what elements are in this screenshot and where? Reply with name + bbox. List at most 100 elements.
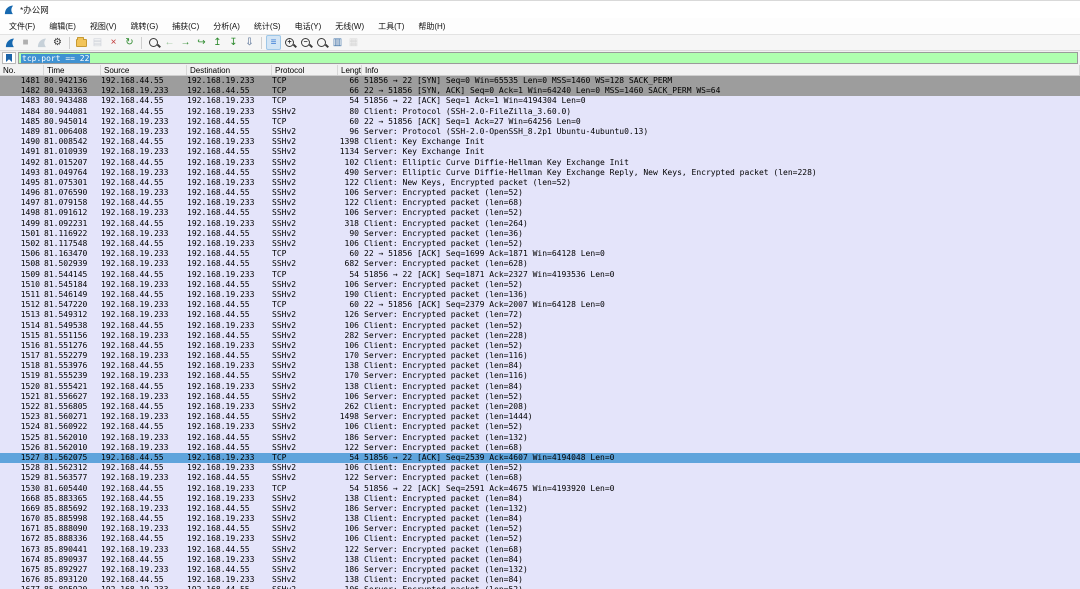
cell-info: Server: Encrypted packet (len=52) xyxy=(362,585,1080,589)
cell-time: 81.049764 xyxy=(44,168,101,178)
menu-item-5[interactable]: 分析(A) xyxy=(206,19,247,34)
column-source[interactable]: Source xyxy=(101,65,187,75)
column-info[interactable]: Info xyxy=(362,65,1080,75)
start-capture-icon[interactable] xyxy=(2,35,17,50)
packet-row[interactable]: 167085.885998192.168.44.55192.168.19.233… xyxy=(0,514,1080,524)
cell-destination: 192.168.19.233 xyxy=(187,361,272,371)
column-no[interactable]: No. xyxy=(0,65,44,75)
packet-row[interactable]: 152381.560271192.168.19.233192.168.44.55… xyxy=(0,412,1080,422)
packet-row[interactable]: 151781.552279192.168.19.233192.168.44.55… xyxy=(0,351,1080,361)
packet-row[interactable]: 152681.562010192.168.19.233192.168.44.55… xyxy=(0,443,1080,453)
packet-row[interactable]: 152481.560922192.168.44.55192.168.19.233… xyxy=(0,422,1080,432)
packet-row[interactable]: 151081.545184192.168.19.233192.168.44.55… xyxy=(0,280,1080,290)
packet-row[interactable]: 149581.075301192.168.44.55192.168.19.233… xyxy=(0,178,1080,188)
packet-row[interactable]: 149081.008542192.168.44.55192.168.19.233… xyxy=(0,137,1080,147)
packet-row[interactable]: 151381.549312192.168.19.233192.168.44.55… xyxy=(0,310,1080,320)
packet-row[interactable]: 149181.010939192.168.19.233192.168.44.55… xyxy=(0,147,1080,157)
go-forward-icon[interactable]: → xyxy=(178,35,193,50)
packet-row[interactable]: 149681.076590192.168.19.233192.168.44.55… xyxy=(0,188,1080,198)
packet-row[interactable]: 152081.555421192.168.44.55192.168.19.233… xyxy=(0,382,1080,392)
menu-item-4[interactable]: 捕获(C) xyxy=(165,19,206,34)
cell-source: 192.168.44.55 xyxy=(101,321,187,331)
resize-columns-icon[interactable]: ▥ xyxy=(330,35,345,50)
menu-item-0[interactable]: 文件(F) xyxy=(2,19,42,34)
packet-row[interactable]: 149981.092231192.168.44.55192.168.19.233… xyxy=(0,219,1080,229)
zoom-out-icon[interactable]: − xyxy=(298,35,313,50)
packet-row[interactable]: 148981.006408192.168.19.233192.168.44.55… xyxy=(0,127,1080,137)
reload-icon[interactable]: ↻ xyxy=(122,35,137,50)
menu-item-10[interactable]: 帮助(H) xyxy=(411,19,452,34)
cell-source: 192.168.44.55 xyxy=(101,575,187,585)
packet-row[interactable]: 166885.883365192.168.44.55192.168.19.233… xyxy=(0,494,1080,504)
packet-row[interactable]: 150981.544145192.168.44.55192.168.19.233… xyxy=(0,270,1080,280)
packet-row[interactable]: 167285.888336192.168.44.55192.168.19.233… xyxy=(0,534,1080,544)
packet-row[interactable]: 149381.049764192.168.19.233192.168.44.55… xyxy=(0,168,1080,178)
go-first-icon[interactable]: ↥ xyxy=(210,35,225,50)
packet-row[interactable]: 148580.945014192.168.19.233192.168.44.55… xyxy=(0,117,1080,127)
capture-options-icon[interactable]: ⚙ xyxy=(50,35,65,50)
packet-row[interactable]: 151181.546149192.168.44.55192.168.19.233… xyxy=(0,290,1080,300)
close-file-icon[interactable]: × xyxy=(106,35,121,50)
packet-row[interactable]: 148380.943488192.168.44.55192.168.19.233… xyxy=(0,96,1080,106)
display-filter-input[interactable]: tcp.port == 22 xyxy=(18,52,1078,64)
filter-bar: tcp.port == 22 xyxy=(0,51,1080,65)
packet-row-selected[interactable]: 152781.562075192.168.44.55192.168.19.233… xyxy=(0,453,1080,463)
packet-row[interactable]: 150881.502939192.168.19.233192.168.44.55… xyxy=(0,259,1080,269)
cell-destination: 192.168.19.233 xyxy=(187,239,272,249)
packet-row[interactable]: 167785.895920192.168.19.233192.168.44.55… xyxy=(0,585,1080,589)
menu-item-8[interactable]: 无线(W) xyxy=(328,19,371,34)
menu-item-9[interactable]: 工具(T) xyxy=(371,19,411,34)
zoom-reset-icon[interactable] xyxy=(314,35,329,50)
packet-row[interactable]: 151481.549538192.168.44.55192.168.19.233… xyxy=(0,321,1080,331)
packet-row[interactable]: 167685.893120192.168.44.55192.168.19.233… xyxy=(0,575,1080,585)
column-protocol[interactable]: Protocol xyxy=(272,65,338,75)
packet-row[interactable]: 151581.551156192.168.19.233192.168.44.55… xyxy=(0,331,1080,341)
cell-source: 192.168.19.233 xyxy=(101,585,187,589)
packet-row[interactable]: 151981.555239192.168.19.233192.168.44.55… xyxy=(0,371,1080,381)
cell-info: Server: Elliptic Curve Diffie-Hellman Ke… xyxy=(362,168,1080,178)
column-destination[interactable]: Destination xyxy=(187,65,272,75)
packet-row[interactable]: 167485.890937192.168.44.55192.168.19.233… xyxy=(0,555,1080,565)
packet-row[interactable]: 148480.944081192.168.44.55192.168.19.233… xyxy=(0,107,1080,117)
zoom-in-icon[interactable]: + xyxy=(282,35,297,50)
packet-row[interactable]: 152581.562010192.168.19.233192.168.44.55… xyxy=(0,433,1080,443)
packet-row[interactable]: 149881.091612192.168.19.233192.168.44.55… xyxy=(0,208,1080,218)
packet-row[interactable]: 150281.117548192.168.44.55192.168.19.233… xyxy=(0,239,1080,249)
menu-item-2[interactable]: 视图(V) xyxy=(83,19,124,34)
go-last-icon[interactable]: ↧ xyxy=(226,35,241,50)
packet-row[interactable]: 151881.553976192.168.44.55192.168.19.233… xyxy=(0,361,1080,371)
packet-row[interactable]: 149781.079158192.168.44.55192.168.19.233… xyxy=(0,198,1080,208)
packet-row[interactable]: 148280.943363192.168.19.233192.168.44.55… xyxy=(0,86,1080,96)
packet-row[interactable]: 148180.942136192.168.44.55192.168.19.233… xyxy=(0,76,1080,86)
packet-row[interactable]: 152881.562312192.168.44.55192.168.19.233… xyxy=(0,463,1080,473)
packet-row[interactable]: 150181.116922192.168.19.233192.168.44.55… xyxy=(0,229,1080,239)
packet-row[interactable]: 152181.556627192.168.19.233192.168.44.55… xyxy=(0,392,1080,402)
packet-list[interactable]: 148180.942136192.168.44.55192.168.19.233… xyxy=(0,76,1080,589)
cell-protocol: SSHv2 xyxy=(272,565,338,575)
packet-row[interactable]: 152281.556805192.168.44.55192.168.19.233… xyxy=(0,402,1080,412)
packet-row[interactable]: 151281.547220192.168.19.233192.168.44.55… xyxy=(0,300,1080,310)
open-file-icon[interactable] xyxy=(74,35,89,50)
menu-item-7[interactable]: 电话(Y) xyxy=(288,19,329,34)
packet-row[interactable]: 167385.890441192.168.19.233192.168.44.55… xyxy=(0,545,1080,555)
colorize-icon[interactable]: ≡ xyxy=(266,35,281,50)
packet-row[interactable]: 151681.551276192.168.44.55192.168.19.233… xyxy=(0,341,1080,351)
packet-row[interactable]: 166985.885692192.168.19.233192.168.44.55… xyxy=(0,504,1080,514)
find-packet-icon[interactable] xyxy=(146,35,161,50)
cell-source: 192.168.19.233 xyxy=(101,351,187,361)
packet-row[interactable]: 153081.605440192.168.44.55192.168.19.233… xyxy=(0,484,1080,494)
packet-row[interactable]: 167185.888090192.168.19.233192.168.44.55… xyxy=(0,524,1080,534)
filter-bookmark-button[interactable] xyxy=(2,52,16,64)
packet-row[interactable]: 149281.015207192.168.44.55192.168.19.233… xyxy=(0,158,1080,168)
packet-row[interactable]: 150681.163470192.168.19.233192.168.44.55… xyxy=(0,249,1080,259)
packet-row[interactable]: 152981.563577192.168.19.233192.168.44.55… xyxy=(0,473,1080,483)
column-time[interactable]: Time xyxy=(44,65,101,75)
auto-scroll-icon[interactable]: ⇩ xyxy=(242,35,257,50)
menu-item-1[interactable]: 编辑(E) xyxy=(42,19,83,34)
menu-item-6[interactable]: 统计(S) xyxy=(247,19,288,34)
packet-row[interactable]: 167585.892927192.168.19.233192.168.44.55… xyxy=(0,565,1080,575)
menu-item-3[interactable]: 跳转(G) xyxy=(124,19,166,34)
go-to-packet-icon[interactable]: ↪ xyxy=(194,35,209,50)
cell-length: 106 xyxy=(338,534,362,544)
column-length[interactable]: Lengt xyxy=(338,65,362,75)
